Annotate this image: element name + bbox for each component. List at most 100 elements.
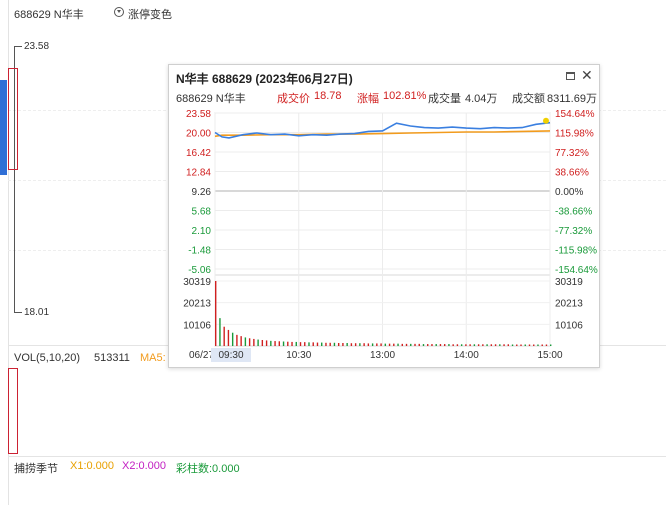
volume-bar	[401, 343, 403, 346]
volume-bar	[550, 344, 552, 346]
side-tab-indicator[interactable]	[0, 80, 7, 175]
vol-ma-label: MA5:	[140, 352, 166, 364]
intraday-popup[interactable]: N华丰 688629 (2023年06月27日) ✕ 688629 N华丰 成交…	[168, 64, 600, 368]
volume-bar	[473, 344, 476, 346]
limit-color-toggle[interactable]: 涨停变色	[128, 6, 172, 22]
left-tick-label: 16.42	[186, 148, 211, 159]
volume-bar	[346, 342, 348, 346]
volume-bar	[486, 344, 488, 346]
volume-bar	[503, 344, 505, 346]
popup-title: N华丰 688629 (2023年06月27日)	[176, 72, 353, 86]
volume-bar	[393, 343, 395, 346]
volume-bar	[448, 344, 450, 346]
volume-bar	[380, 343, 382, 346]
volume-bar	[325, 342, 327, 346]
high-price-label: 23.58	[24, 41, 50, 52]
volume-bar	[337, 342, 340, 346]
vol-tick-label: 30319	[183, 277, 211, 288]
volume-bar	[460, 344, 463, 346]
left-tick-label: 9.26	[192, 187, 212, 198]
volume-bar	[431, 344, 433, 346]
tick-mark	[14, 312, 22, 313]
left-tick-label: 12.84	[186, 168, 211, 179]
volume-bar	[270, 340, 272, 346]
volume-bar	[308, 342, 310, 346]
volume-bar	[545, 344, 548, 346]
volume-bar	[452, 344, 454, 346]
right-tick-label: 0.00%	[555, 187, 583, 198]
intraday-chart[interactable]: 23.58 154.64% 20.00 115.98% 16.42 77.32% 12.84…	[169, 103, 599, 367]
volume-bar	[384, 343, 387, 346]
x-tick-label: 10:30	[286, 350, 311, 361]
chevron-down-icon[interactable]	[114, 7, 124, 17]
volume-bar	[520, 344, 522, 346]
x-tick-label: 09:30	[218, 350, 243, 361]
volume-bar	[499, 344, 501, 346]
volume-bar	[350, 343, 353, 346]
volume-bar	[231, 332, 234, 346]
volume-bar	[511, 344, 514, 346]
volume-bar	[316, 342, 319, 346]
volume-bar	[516, 344, 518, 346]
volume-bar	[215, 281, 217, 346]
volume-bar	[388, 343, 391, 346]
right-tick-label: 77.32%	[555, 148, 589, 159]
latest-point	[543, 117, 549, 124]
volume-bar	[236, 334, 238, 346]
volume-bar	[414, 343, 416, 346]
right-tick-label: -77.32%	[555, 226, 592, 237]
volume-bar	[443, 344, 446, 346]
price-value: 18.78	[314, 90, 342, 102]
indicator-x2: X2:0.000	[122, 460, 167, 472]
volume-bar	[312, 342, 314, 346]
volume-bar	[524, 344, 526, 346]
volume-bar	[295, 341, 297, 346]
indicator-bars: 彩柱数:0.000	[176, 463, 240, 475]
vol-tick-label: 10106	[183, 320, 211, 331]
left-tick-label: 2.10	[192, 226, 212, 237]
volume-bar	[342, 342, 344, 346]
left-tick-label: 5.68	[192, 207, 212, 218]
volume-bar	[287, 341, 289, 346]
vol-label: VOL(5,10,20)	[14, 352, 81, 364]
volume-bar	[244, 337, 247, 346]
volume-bar	[253, 338, 255, 346]
low-price-label: 18.01	[24, 307, 50, 318]
volume-indicator-bar: VOL(5,10,20) 513311 MA5:	[14, 352, 174, 366]
x-tick-label: 14:00	[454, 350, 479, 361]
right-tick-label: -115.98%	[555, 246, 597, 257]
volume-bar	[397, 343, 399, 346]
volume-bar	[405, 343, 408, 346]
left-tick-label: 23.58	[186, 109, 211, 120]
volume-bar	[439, 344, 442, 346]
minimize-icon[interactable]	[566, 72, 575, 80]
volume-bar	[363, 343, 365, 346]
left-tick-label: -5.06	[188, 265, 211, 276]
right-tick-label: 154.64%	[555, 109, 595, 120]
volume-bar	[240, 336, 242, 346]
volume-bar	[291, 341, 293, 346]
left-tick-label: -1.48	[188, 246, 211, 257]
volume-bar	[422, 344, 425, 346]
volume-bar	[456, 344, 459, 346]
vol-tick-label: 30319	[555, 277, 583, 288]
volume-bar	[278, 341, 281, 346]
volume-bar	[427, 344, 429, 346]
popup-info-row: 688629 N华丰 成交价 18.78 涨幅 102.81% 成交量 4.04…	[169, 88, 599, 105]
volume-bar	[367, 343, 370, 346]
volume-bar	[354, 343, 357, 346]
volume-bar	[507, 344, 509, 346]
x-tick-label: 15:00	[537, 350, 562, 361]
selection-marker	[8, 368, 18, 454]
indicator-name[interactable]: 捕捞季节	[14, 460, 58, 476]
vol-tick-label: 10106	[555, 320, 583, 331]
volume-bar	[257, 339, 259, 346]
volume-bar	[541, 344, 543, 346]
change-value: 102.81%	[383, 90, 427, 102]
selection-marker	[8, 68, 18, 170]
stock-title: 688629 N华丰	[14, 9, 84, 21]
close-icon[interactable]: ✕	[581, 68, 593, 82]
volume-bar	[261, 339, 264, 346]
right-tick-label: 115.98%	[555, 129, 594, 140]
volume-bar	[282, 341, 285, 346]
